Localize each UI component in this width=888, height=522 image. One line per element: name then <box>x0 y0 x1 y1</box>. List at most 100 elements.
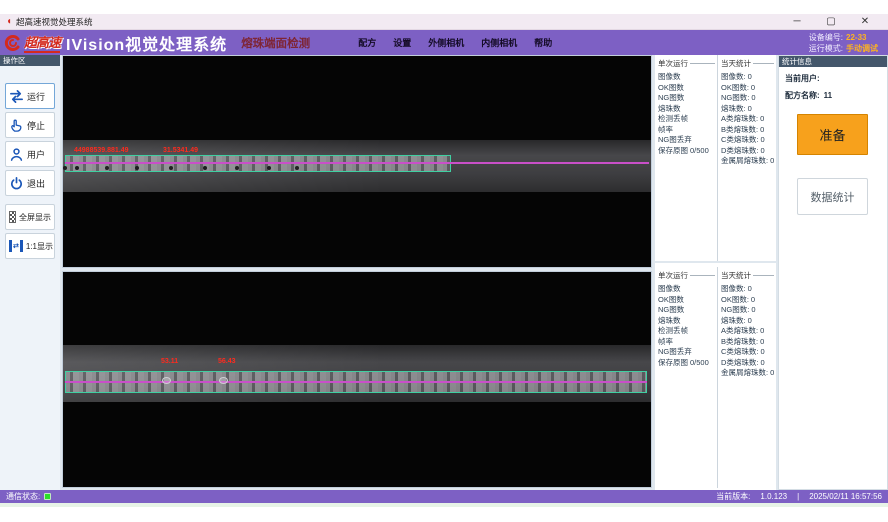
stat-row: 帧率 <box>658 337 717 348</box>
device-id-value: 22-33 <box>846 33 866 42</box>
user-icon <box>9 147 24 162</box>
stat-row: 金属屑熔珠数:0 <box>721 368 776 379</box>
run-button[interactable]: 运行 <box>5 83 55 109</box>
power-icon <box>9 176 24 191</box>
stat-row: OK图数:0 <box>721 295 776 306</box>
app-window: ◖ 超高速视觉处理系统 ─ ▢ ✕ 超高速 IVision视觉处理系统 熔珠端面… <box>0 0 888 522</box>
measurement-annotation: 53.11 <box>161 358 178 365</box>
fullscreen-grid-icon <box>9 211 16 223</box>
stat-row: 保存原图0/500 <box>658 358 717 369</box>
stats-section-outer: 单次运行 图像数 OK图数 NG图数 熔珠数 检测丢帧 <box>655 55 776 263</box>
stop-button[interactable]: 停止 <box>5 112 55 138</box>
brand-name: 超高速 <box>24 32 60 53</box>
app-title: IVision视觉处理系统 <box>66 31 227 55</box>
camera-viewports: 44988539.881.49 31.5341.49 53.11 56.43 <box>62 55 652 490</box>
stat-row: A类熔珠数:0 <box>721 326 776 337</box>
minimize-button[interactable]: ─ <box>780 14 814 30</box>
comm-status-indicator <box>44 493 51 500</box>
recipe-name-value: 11 <box>824 91 832 100</box>
taskbar-edge <box>0 503 888 507</box>
app-logo-small-icon: ◖ <box>6 17 12 27</box>
stat-row: 图像数:0 <box>721 72 776 83</box>
stat-row: 熔珠数:0 <box>721 316 776 327</box>
sidebar-title: 操作区 <box>0 55 60 66</box>
stat-row: NG图数 <box>658 305 717 316</box>
stat-row: A类熔珠数:0 <box>721 114 776 125</box>
measurement-annotation: 31.5341.49 <box>163 147 198 154</box>
prepare-button[interactable]: 准备 <box>797 114 868 155</box>
status-bar: 通信状态: 当前版本: 1.0.123 | 2025/02/11 16:57:5… <box>0 490 888 503</box>
device-info: 设备编号:22-33 运行模式:手动调试 <box>809 32 878 54</box>
camera-view-outer[interactable]: 44988539.881.49 31.5341.49 <box>62 55 652 268</box>
exit-button[interactable]: 退出 <box>5 170 55 196</box>
group-title: 当天统计 <box>721 270 751 281</box>
daily-stats: 当天统计 图像数:0 OK图数:0 NG图数:0 熔珠数:0 A类熔珠数:0 <box>717 55 776 261</box>
fullscreen-button[interactable]: 全屏显示 <box>5 204 55 230</box>
statistics-panels: 单次运行 图像数 OK图数 NG图数 熔珠数 检测丢帧 <box>655 55 776 490</box>
app-header: 超高速 IVision视觉处理系统 熔珠端面检测 配方 设置 外侧相机 内侧相机… <box>0 30 888 55</box>
daily-stats: 当天统计 图像数:0 OK图数:0 NG图数:0 熔珠数:0 A类熔珠数:0 <box>717 267 776 488</box>
maximize-button[interactable]: ▢ <box>814 14 848 30</box>
run-mode-value: 手动调试 <box>846 44 878 53</box>
group-title: 当天统计 <box>721 58 751 69</box>
camera-image-strip: 53.11 56.43 <box>63 345 651 402</box>
stat-row: 熔珠数:0 <box>721 104 776 115</box>
stat-row: B类熔珠数:0 <box>721 337 776 348</box>
single-run-stats: 单次运行 图像数 OK图数 NG图数 熔珠数 检测丢帧 <box>655 267 717 488</box>
camera-view-inner[interactable]: 53.11 56.43 <box>62 271 652 488</box>
version-value: 1.0.123 <box>760 492 787 501</box>
measurement-annotation: 44988539.881.49 <box>74 147 129 154</box>
stat-row: OK图数 <box>658 83 717 94</box>
stat-row: NG图丢弃 <box>658 135 717 146</box>
scan-line <box>65 381 647 383</box>
stat-row: NG图数:0 <box>721 305 776 316</box>
version-label: 当前版本: <box>716 491 750 502</box>
stat-row: D类熔珠数:0 <box>721 146 776 157</box>
bead-marks <box>63 166 67 170</box>
run-arrows-icon <box>9 89 24 104</box>
stat-row: 图像数:0 <box>721 284 776 295</box>
stat-row: 熔珠数 <box>658 104 717 115</box>
stat-row: 帧率 <box>658 125 717 136</box>
single-run-stats: 单次运行 图像数 OK图数 NG图数 熔珠数 检测丢帧 <box>655 55 717 261</box>
menu-bar: 配方 设置 外侧相机 内侧相机 帮助 <box>358 36 569 49</box>
menu-item[interactable]: 帮助 <box>534 36 552 49</box>
main-area: 操作区 运行 停止 用户 <box>0 55 888 490</box>
menu-item[interactable]: 外侧相机 <box>428 36 464 49</box>
menu-item[interactable]: 设置 <box>393 36 411 49</box>
stat-row: D类熔珠数:0 <box>721 358 776 369</box>
stat-row: 图像数 <box>658 284 717 295</box>
stat-row: 检测丢帧 <box>658 114 717 125</box>
run-mode-label: 运行模式: <box>809 44 843 53</box>
datetime: 2025/02/11 16:57:56 <box>809 492 882 501</box>
stat-row: NG图丢弃 <box>658 347 717 358</box>
scan-line <box>65 162 649 164</box>
bead-mark-circle <box>162 377 171 384</box>
stats-section-inner: 单次运行 图像数 OK图数 NG图数 熔珠数 检测丢帧 <box>655 267 776 488</box>
one-to-one-button[interactable]: ⇄ 1:1显示 <box>5 233 55 259</box>
statistics-info-panel: 统计信息 当前用户: 配方名称:11 准备 数据统计 <box>778 55 888 490</box>
stat-row: 图像数 <box>658 72 717 83</box>
device-id-label: 设备编号: <box>809 33 843 42</box>
group-title: 单次运行 <box>658 58 688 69</box>
stop-hand-icon <box>9 118 24 133</box>
stat-row: OK图数:0 <box>721 83 776 94</box>
menu-item[interactable]: 内侧相机 <box>481 36 517 49</box>
close-button[interactable]: ✕ <box>848 14 882 30</box>
window-titlebar: ◖ 超高速视觉处理系统 ─ ▢ ✕ <box>0 14 888 30</box>
data-statistics-button[interactable]: 数据统计 <box>797 178 868 215</box>
stat-row: NG图数:0 <box>721 93 776 104</box>
user-button[interactable]: 用户 <box>5 141 55 167</box>
info-panel-title: 统计信息 <box>779 56 887 67</box>
camera-image-strip: 44988539.881.49 31.5341.49 <box>63 140 651 192</box>
stat-row: C类熔珠数:0 <box>721 135 776 146</box>
app-subtitle: 熔珠端面检测 <box>241 35 310 51</box>
operation-sidebar: 操作区 运行 停止 用户 <box>0 55 60 490</box>
recipe-name-label: 配方名称: <box>785 91 820 100</box>
stat-row: B类熔珠数:0 <box>721 125 776 136</box>
separator: | <box>797 492 799 501</box>
stat-row: C类熔珠数:0 <box>721 347 776 358</box>
menu-item[interactable]: 配方 <box>358 36 376 49</box>
brand-logo: 超高速 <box>4 32 60 53</box>
comm-status-label: 通信状态: <box>6 491 40 502</box>
